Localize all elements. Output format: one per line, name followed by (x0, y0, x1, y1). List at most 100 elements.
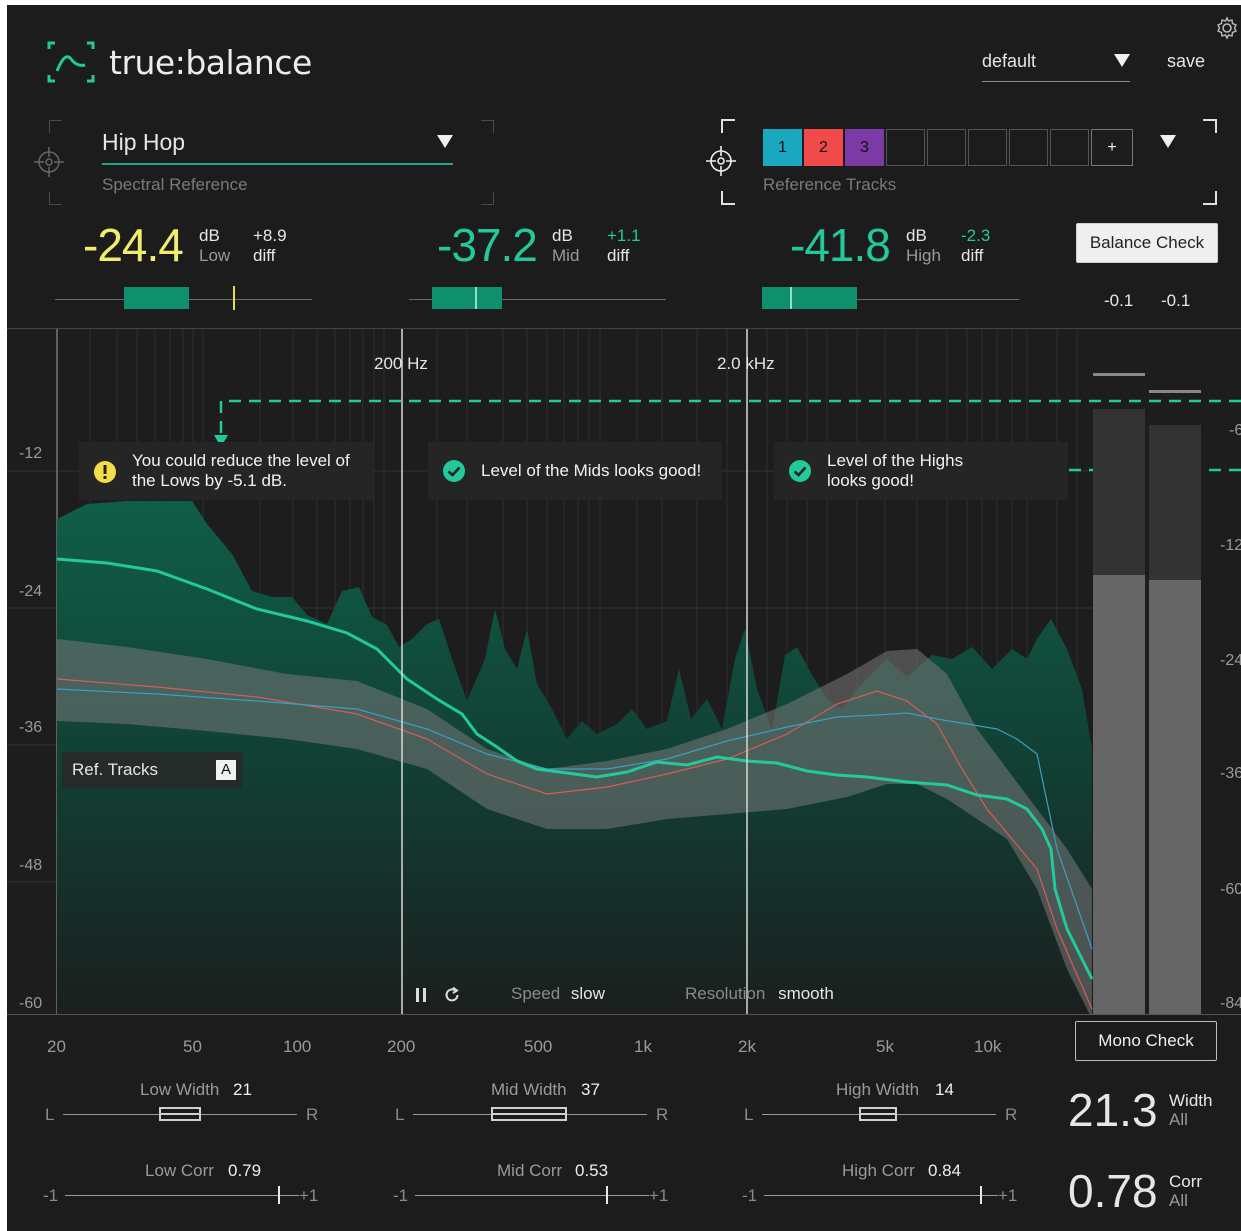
frequency-axis-label: 10k (974, 1037, 1002, 1056)
reference-track-slot-empty[interactable] (927, 129, 966, 166)
y-axis-left-tick: -48 (19, 857, 43, 874)
corr-indicator[interactable] (980, 1186, 982, 1204)
preset-name: default (982, 51, 1037, 71)
high-band-level-value: -41.8 (790, 219, 891, 271)
frequency-axis-label: 500 (524, 1037, 553, 1056)
reference-track-slot-2[interactable]: 2 (804, 129, 843, 166)
spectral-reference-dropdown[interactable]: Hip Hop (102, 125, 453, 165)
corr-label: Low Corr (145, 1161, 214, 1180)
pause-icon[interactable] (414, 987, 428, 1003)
high-band-message-text: Level of the Highs looks good! (827, 451, 964, 490)
width-indicator[interactable] (159, 1107, 201, 1121)
corr-plus-label: +1 (998, 1186, 1018, 1205)
preset-dropdown[interactable]: default (982, 51, 1130, 82)
low-mid-crossover-label[interactable]: 200 Hz (374, 354, 428, 374)
spectral-reference-name: Hip Hop (102, 129, 186, 155)
reference-track-slot-3[interactable]: 3 (845, 129, 884, 166)
level-meter-right-fill (1149, 580, 1201, 1015)
mid-high-crossover-label[interactable]: 2.0 kHz (717, 354, 775, 374)
true-balance-plugin: true:balance default save Hip Hop Spectr… (7, 5, 1241, 1231)
crosshair-icon[interactable] (704, 144, 738, 178)
frequency-axis-label: 100 (283, 1037, 312, 1056)
speed-value: slow (570, 984, 605, 1003)
check-circle-icon (443, 460, 465, 482)
corr-plus-label: +1 (649, 1186, 669, 1205)
reference-track-slot-empty[interactable] (886, 129, 925, 166)
width-indicator[interactable] (491, 1107, 567, 1121)
band-target-marker (790, 287, 792, 309)
balance-check-button[interactable]: Balance Check (1076, 223, 1218, 263)
corr-slider-track[interactable] (764, 1195, 998, 1196)
reset-icon[interactable] (443, 986, 461, 1004)
bracket-tr (1203, 119, 1217, 133)
mid-band-message: Level of the Mids looks good! (428, 442, 722, 500)
preset-chevron-down-icon (1114, 54, 1130, 67)
corr-slider-track[interactable] (415, 1195, 649, 1196)
width-indicator[interactable] (859, 1107, 897, 1121)
high-band-message: Level of the Highs looks good! (774, 442, 1068, 500)
corr-minus-label: -1 (43, 1186, 59, 1205)
band-meter-fill (762, 287, 858, 309)
width-label: Low Width (140, 1080, 220, 1099)
y-axis-right-tick: -84 (1220, 995, 1241, 1012)
warning-icon (94, 461, 116, 483)
corr-plus-label: +1 (299, 1186, 319, 1205)
band-diff-label: diff (607, 246, 630, 265)
app-title: true:balance (109, 43, 312, 82)
low-band-level-value: -24.4 (83, 219, 184, 271)
settings-gear-icon[interactable] (1215, 16, 1239, 40)
corr-indicator[interactable] (278, 1186, 280, 1204)
reference-tracks-label: Reference Tracks (763, 175, 897, 194)
speed-label: Speed (511, 984, 561, 1003)
left-channel-label: L (45, 1105, 55, 1124)
corr-label: High Corr (842, 1161, 915, 1180)
low-band-message: You could reduce the level of the Lows b… (79, 442, 373, 500)
frequency-axis-label: 2k (738, 1037, 756, 1056)
ref-tracks-badge: A (216, 760, 236, 780)
corr-all-value: 0.78 (1068, 1165, 1158, 1217)
reference-track-slot-empty[interactable] (1009, 129, 1048, 166)
band-target-marker (233, 286, 235, 310)
add-reference-track-button[interactable]: + (1091, 129, 1133, 166)
speed-control[interactable]: Speed slow (511, 984, 605, 1004)
width-label: Mid Width (491, 1080, 567, 1099)
bracket-br (481, 192, 494, 205)
balance-check-left-value: -0.1 (1104, 291, 1134, 310)
corr-value: 0.79 (228, 1161, 262, 1180)
width-value: 14 (935, 1080, 954, 1099)
ref-tracks-label: Ref. Tracks (72, 760, 158, 779)
width-value: 37 (581, 1080, 600, 1099)
reference-track-slot-empty[interactable] (968, 129, 1007, 166)
corr-all-scope: All (1169, 1191, 1188, 1210)
reference-track-slot-1[interactable]: 1 (763, 129, 802, 166)
save-button[interactable]: save (1167, 51, 1205, 72)
resolution-control[interactable]: Resolution smooth (685, 984, 834, 1004)
band-diff-label: diff (253, 246, 276, 265)
balance-check-right-value: -0.1 (1161, 291, 1191, 310)
width-value: 21 (233, 1080, 252, 1099)
y-axis-right-tick: -60 (1220, 881, 1241, 898)
band-name-label: Low (199, 246, 231, 265)
ref-tracks-toggle[interactable]: Ref. Tracks A (62, 752, 242, 788)
db-unit-label: dB (552, 226, 573, 245)
band-diff-value: +1.1 (607, 226, 641, 245)
spectrum-graph[interactable] (7, 329, 1241, 1015)
width-all-scope: All (1169, 1110, 1188, 1129)
frequency-axis-label: 1k (634, 1037, 652, 1056)
band-name-label: High (906, 246, 941, 265)
level-meter-left-fill (1093, 575, 1145, 1015)
crosshair-icon[interactable] (32, 145, 66, 179)
corr-indicator[interactable] (606, 1186, 608, 1204)
mono-check-button[interactable]: Mono Check (1075, 1021, 1217, 1061)
corr-slider-track[interactable] (65, 1195, 299, 1196)
resolution-label: Resolution (685, 984, 766, 1003)
bracket-tl (49, 120, 62, 133)
bracket-br (1203, 191, 1217, 205)
corr-value: 0.53 (575, 1161, 609, 1180)
y-axis-left-tick: -60 (19, 995, 43, 1012)
bracket-tl (721, 119, 735, 133)
reference-tracks-chevron-down-icon[interactable] (1160, 135, 1176, 148)
y-axis-left-tick: -24 (19, 583, 43, 600)
y-axis-left-tick: -36 (19, 719, 43, 736)
reference-track-slot-empty[interactable] (1050, 129, 1089, 166)
